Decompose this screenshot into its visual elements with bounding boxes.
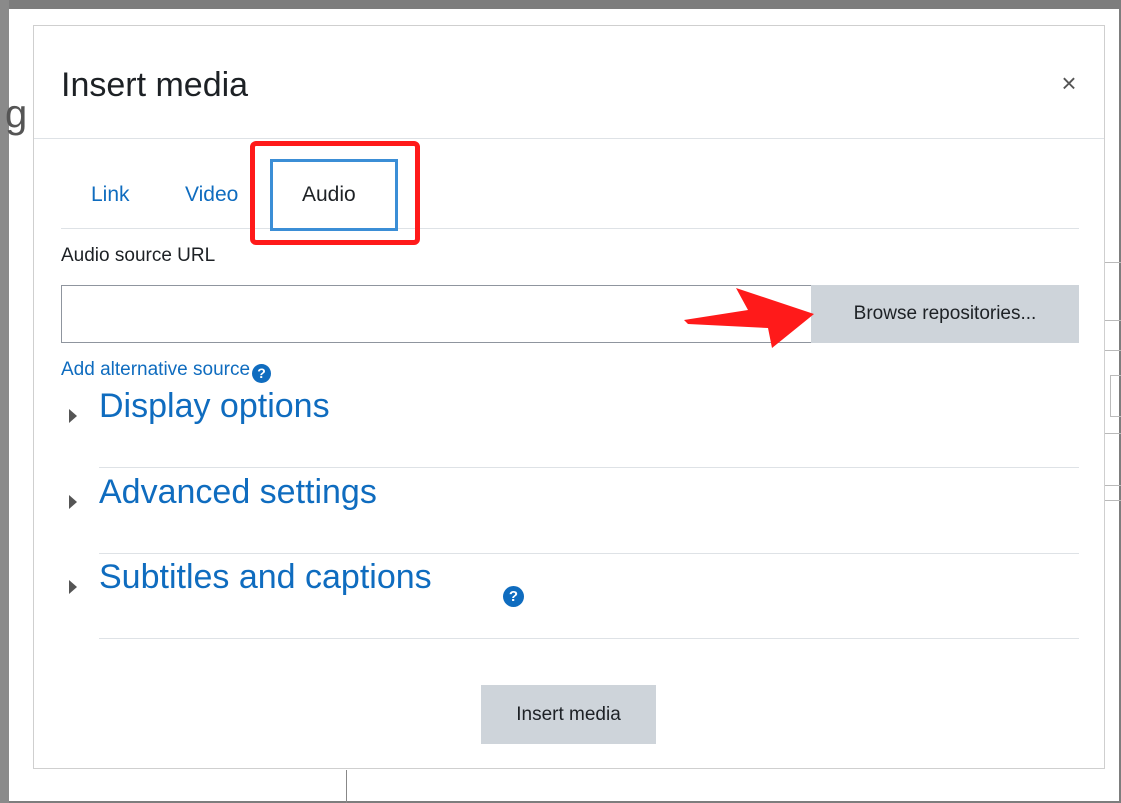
caret-right-icon [69,409,77,423]
dialog-header: Insert media × [34,26,1104,139]
background-divider [1105,262,1121,263]
caret-right-icon [69,495,77,509]
display-options-label: Display options [99,387,330,425]
advanced-settings-label: Advanced settings [99,473,377,511]
background-divider [1105,500,1121,501]
dialog-title: Insert media [61,66,249,104]
subtitles-captions-section[interactable]: Subtitles and captions ? [69,552,1079,639]
add-alternative-source-link[interactable]: Add alternative source? [61,359,272,383]
subtitles-captions-label: Subtitles and captions [99,558,432,596]
tab-link[interactable]: Link [91,183,130,207]
background-divider [1105,320,1121,321]
tab-video[interactable]: Video [185,183,238,207]
red-arrow-annotation [684,288,814,348]
audio-source-url-label: Audio source URL [61,245,216,266]
media-type-tabs: Link Video Audio [61,168,1079,229]
caret-right-icon [69,580,77,594]
background-box [1110,375,1121,417]
background-heading-fragment: g [5,92,28,136]
help-icon[interactable]: ? [503,586,524,607]
insert-media-dialog: Insert media × Link Video Audio Audio so… [33,25,1105,769]
add-alternative-source-label: Add alternative source [61,359,251,380]
close-icon[interactable]: × [1056,70,1082,96]
display-options-section[interactable]: Display options [69,381,1079,468]
insert-media-button[interactable]: Insert media [481,685,656,744]
background-divider [1105,350,1121,351]
advanced-settings-section[interactable]: Advanced settings [69,467,1079,554]
background-vertical-divider [346,770,347,803]
background-divider [1105,485,1121,486]
active-tab-outline [270,159,398,231]
background-divider [1105,433,1121,434]
browse-repositories-button[interactable]: Browse repositories... [811,285,1079,343]
